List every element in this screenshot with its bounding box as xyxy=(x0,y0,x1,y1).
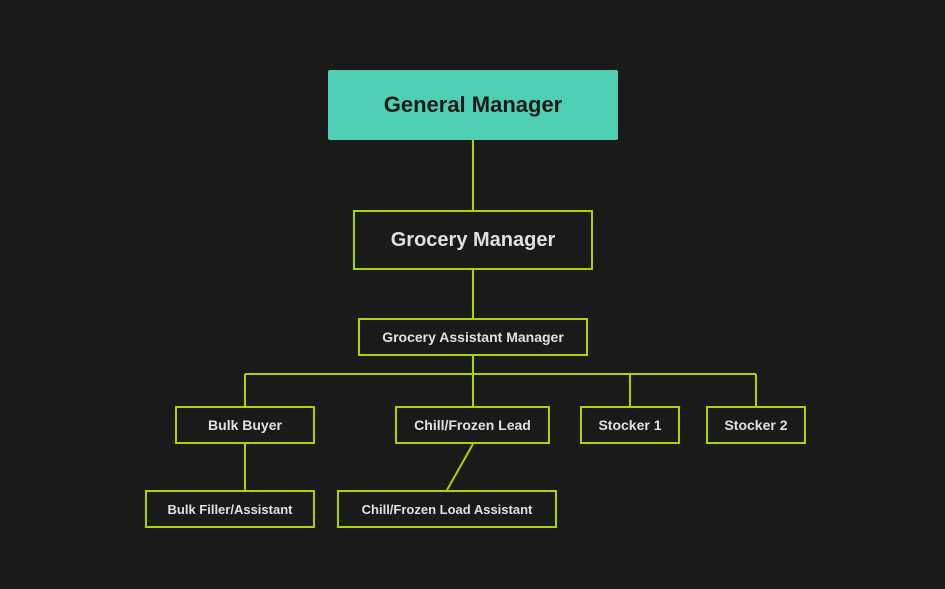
stocker-1-node: Stocker 1 xyxy=(580,406,680,444)
chill-frozen-lead-node: Chill/Frozen Lead xyxy=(395,406,550,444)
chill-frozen-load-assistant-node: Chill/Frozen Load Assistant xyxy=(337,490,557,528)
bulk-filler-assistant-node: Bulk Filler/Assistant xyxy=(145,490,315,528)
stocker-2-label: Stocker 2 xyxy=(724,417,787,433)
stocker-1-label: Stocker 1 xyxy=(598,417,661,433)
general-manager-label: General Manager xyxy=(384,92,563,118)
grocery-manager-label: Grocery Manager xyxy=(391,229,556,252)
chill-frozen-lead-label: Chill/Frozen Lead xyxy=(414,417,531,433)
grocery-assistant-manager-node: Grocery Assistant Manager xyxy=(358,318,588,356)
general-manager-node: General Manager xyxy=(328,70,618,140)
org-chart: General Manager Grocery Manager Grocery … xyxy=(0,0,945,589)
grocery-assistant-manager-label: Grocery Assistant Manager xyxy=(382,329,564,345)
grocery-manager-node: Grocery Manager xyxy=(353,210,593,270)
stocker-2-node: Stocker 2 xyxy=(706,406,806,444)
bulk-buyer-node: Bulk Buyer xyxy=(175,406,315,444)
bulk-filler-assistant-label: Bulk Filler/Assistant xyxy=(168,502,293,517)
chill-frozen-load-assistant-label: Chill/Frozen Load Assistant xyxy=(362,502,533,517)
bulk-buyer-label: Bulk Buyer xyxy=(208,417,282,433)
